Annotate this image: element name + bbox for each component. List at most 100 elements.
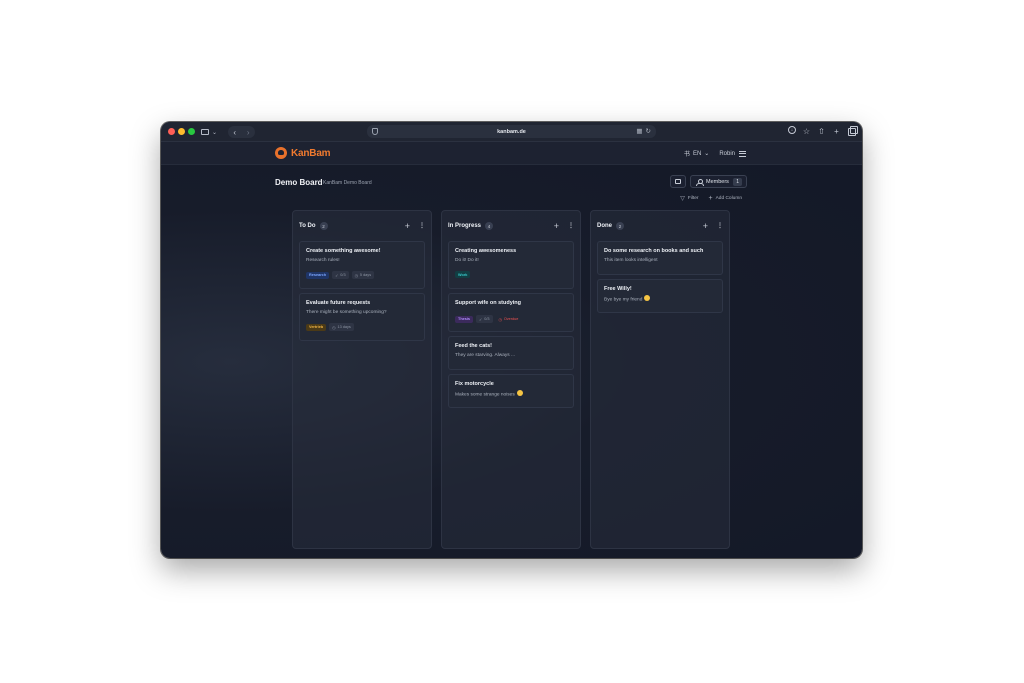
zoom-window-button[interactable] [188, 128, 195, 135]
filter-icon: ▽ [680, 196, 685, 202]
forward-button[interactable]: › [247, 128, 250, 137]
checklist-badge: ✓ 0/3 [332, 271, 349, 279]
minimize-window-button[interactable] [178, 128, 185, 135]
card-title: Evaluate future requests [306, 300, 371, 306]
filter-label: Filter [687, 196, 699, 201]
column-header: To Do 2 + ⋮ [299, 221, 425, 231]
navigation-buttons: ‹ › [228, 126, 255, 138]
card-description: Makes some strange noises [455, 390, 567, 397]
column-menu-button[interactable]: ⋮ [419, 223, 425, 229]
column-title: In Progress [448, 223, 482, 229]
card-title: Free Willy! [604, 286, 632, 292]
window-controls [168, 128, 195, 135]
card[interactable]: Creating awesomeness Do it! Do it! Work [448, 241, 574, 289]
card-description: There might be something upcoming? [306, 310, 387, 315]
menu-icon [739, 150, 746, 157]
due-date-badge: ◷ 5 days [351, 271, 375, 279]
user-menu[interactable]: Robin [719, 150, 746, 157]
check-icon: ✓ [479, 317, 483, 322]
card[interactable]: Support wife on studying Thesis ✓ 0/3 ◷ Ov… [448, 293, 574, 332]
card[interactable]: Do some research on books and such This … [597, 241, 723, 275]
column-count-badge: 2 [616, 222, 624, 230]
translate-icon: 书 [683, 152, 690, 158]
emoji-icon [644, 295, 651, 301]
filter-button[interactable]: ▽ Filter [680, 195, 698, 202]
label-badge[interactable]: Research [306, 271, 330, 279]
card[interactable]: Create something awesome! Research rules… [299, 241, 425, 289]
share-icon[interactable]: ⇧ [817, 126, 826, 136]
download-icon[interactable]: ↓ [788, 126, 796, 134]
close-window-button[interactable] [168, 128, 175, 135]
clock-icon: ◷ [498, 317, 502, 322]
members-button[interactable]: Members 1 [690, 175, 747, 188]
clock-icon: ◷ [332, 325, 336, 330]
chevron-down-icon: ⌄ [704, 151, 710, 157]
clock-icon: ◷ [354, 273, 358, 278]
column-in-progress: In Progress 4 + ⋮ Creating awesomeness D… [441, 210, 581, 549]
check-icon: ✓ [335, 273, 339, 278]
card-title: Feed the cats! [455, 343, 492, 349]
card-description: Bye bye my friend [604, 295, 716, 302]
card-description: This item looks intelligent [604, 258, 658, 263]
card-title: Fix motorcycle [455, 381, 494, 387]
tab-overview-icon[interactable] [847, 126, 858, 136]
add-card-button[interactable]: + [703, 221, 708, 231]
card-description: Research rules! [306, 258, 340, 263]
emoji-icon [516, 390, 523, 396]
column-todo: To Do 2 + ⋮ Create something awesome! Re… [292, 210, 432, 549]
board-toolbar: ▽ Filter + Add Column [680, 195, 742, 202]
chevron-down-icon: ⌄ [212, 129, 218, 136]
plus-icon: + [708, 195, 713, 202]
users-icon [696, 178, 704, 186]
board-title: Demo Board [275, 178, 323, 187]
bookmark-star-icon[interactable]: ☆ [802, 126, 811, 136]
translate-icon[interactable]: ▦ [636, 127, 642, 135]
language-label: EN [692, 150, 702, 157]
card[interactable]: Fix motorcycle Makes some strange noises [448, 374, 574, 408]
add-column-label: Add Column [715, 196, 742, 201]
column-header: In Progress 4 + ⋮ [448, 221, 574, 231]
card[interactable]: Free Willy! Bye bye my friend [597, 279, 723, 313]
column-menu-button[interactable]: ⋮ [568, 223, 574, 229]
reload-icon[interactable]: ↻ [646, 127, 651, 135]
label-badge[interactable]: Vertrieb [306, 323, 327, 331]
overdue-badge: ◷ Overdue [498, 317, 519, 322]
app-header: KanBam 书 EN ⌄ Robin [161, 142, 862, 165]
add-card-button[interactable]: + [405, 221, 410, 231]
back-button[interactable]: ‹ [233, 128, 236, 137]
calendar-button[interactable] [670, 175, 686, 188]
address-bar[interactable]: kanbam.de ▦ ↻ [367, 125, 656, 138]
language-selector[interactable]: 书 EN ⌄ [683, 149, 710, 159]
members-count-badge: 1 [733, 177, 742, 186]
card-title: Create something awesome! [306, 248, 381, 254]
add-column-button[interactable]: + Add Column [709, 195, 743, 202]
label-badge[interactable]: Work [455, 271, 471, 278]
logo-text: KanBam [291, 147, 331, 159]
new-tab-icon[interactable]: + [832, 126, 841, 136]
card[interactable]: Feed the cats! They are starving. Always… [448, 336, 574, 370]
column-count-badge: 4 [485, 222, 494, 230]
card[interactable]: Evaluate future requests There might be … [299, 293, 425, 341]
column-title: To Do [299, 223, 316, 229]
members-label: Members [706, 178, 729, 185]
browser-window: ⌄ ‹ › kanbam.de ▦ ↻ ↓ ☆ ⇧ + KanBam 书 EN … [161, 122, 862, 558]
browser-actions: ↓ ☆ ⇧ + [788, 126, 858, 136]
user-name: Robin [719, 150, 735, 157]
privacy-shield-icon[interactable] [372, 128, 378, 135]
card-description: They are starving. Always ... [455, 353, 515, 358]
board-subtitle: KanBam Demo Board [323, 180, 372, 186]
card-title: Support wife on studying [455, 300, 521, 306]
column-menu-button[interactable]: ⋮ [717, 223, 723, 229]
add-card-button[interactable]: + [554, 221, 559, 231]
column-done: Done 2 + ⋮ Do some research on books and… [590, 210, 730, 549]
card-title: Do some research on books and such [604, 248, 704, 254]
label-badge[interactable]: Thesis [455, 315, 474, 323]
sidebar-icon [201, 129, 209, 135]
column-title: Done [597, 223, 612, 229]
due-date-badge: ◷ 13 days [329, 323, 354, 331]
kanbam-logo-icon [275, 147, 287, 159]
sidebar-toggle-button[interactable]: ⌄ [201, 126, 223, 138]
app-logo[interactable]: KanBam [275, 147, 331, 159]
checklist-badge: ✓ 0/3 [476, 315, 493, 323]
header-actions: 书 EN ⌄ Robin [684, 149, 746, 158]
